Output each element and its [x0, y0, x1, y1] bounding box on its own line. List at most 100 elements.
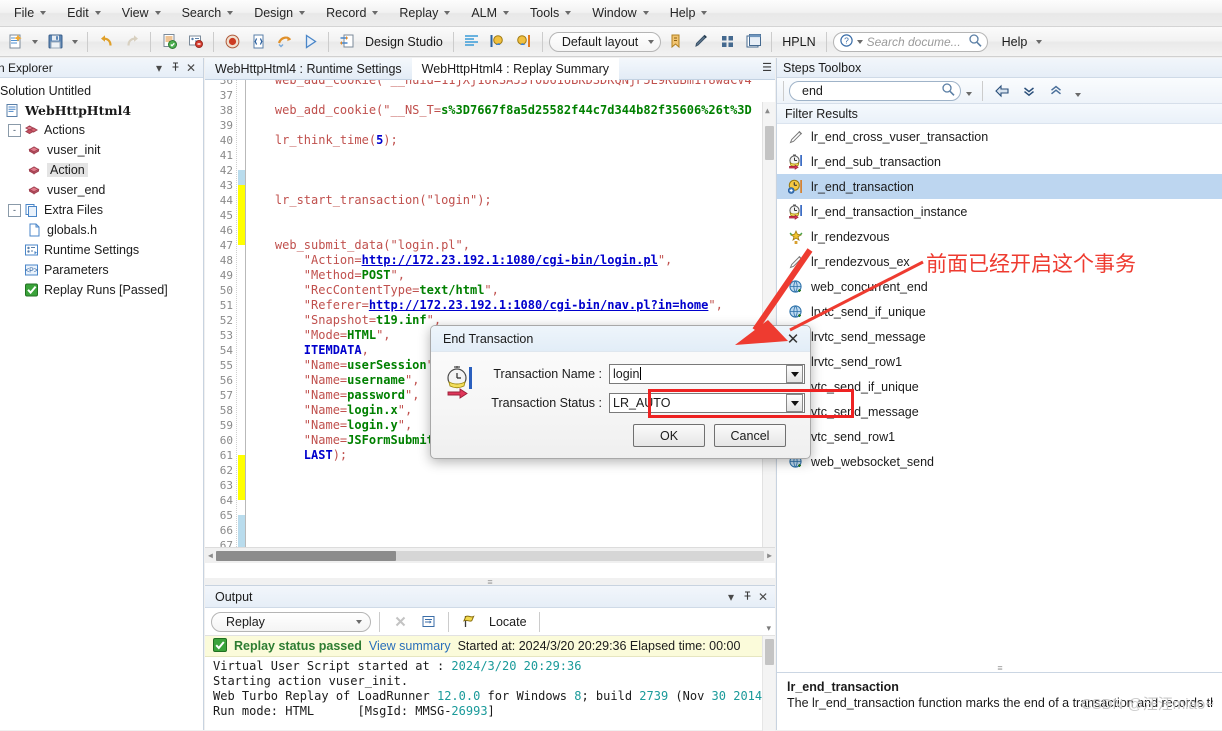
pin-icon[interactable]	[739, 589, 755, 605]
chevron-down-icon[interactable]: ▾	[151, 60, 167, 76]
transaction-name-input[interactable]: login	[609, 364, 805, 384]
menu-item-design[interactable]: Design	[244, 3, 315, 24]
tree-node-actions[interactable]: - Actions	[4, 120, 203, 140]
code-line[interactable]	[246, 88, 775, 103]
output-toolbar-overflow-caret[interactable]: ▾	[766, 623, 771, 634]
steps-search-input[interactable]: end	[789, 80, 961, 101]
code-line[interactable]: "Action=http://172.23.192.1:1080/cgi-bin…	[246, 253, 775, 268]
record-icon[interactable]	[220, 30, 244, 54]
step-item-vtc_send_message[interactable]: vtc_send_message	[777, 399, 1222, 424]
run-step-icon[interactable]	[246, 30, 270, 54]
stop-compile-icon[interactable]	[183, 30, 207, 54]
save-dropdown-caret[interactable]	[69, 30, 81, 54]
step-item-lrvtc_send_message[interactable]: lrvtc_send_message	[777, 324, 1222, 349]
step-item-web_concurrent_end[interactable]: web_concurrent_end	[777, 274, 1222, 299]
code-line[interactable]: web_add_cookie("__nuid=11jXj1UkSA53Y0b61…	[246, 80, 775, 88]
expand-all-icon[interactable]	[1044, 79, 1068, 103]
step-out-icon[interactable]	[512, 30, 536, 54]
hpln-label[interactable]: HPLN	[778, 35, 819, 49]
code-line[interactable]	[246, 118, 775, 133]
close-icon[interactable]: ✕	[183, 60, 199, 76]
tree-node-vuser-end[interactable]: vuser_end	[4, 180, 203, 200]
step-into-icon[interactable]	[486, 30, 510, 54]
step-item-lr_end_sub_transaction[interactable]: lr_end_sub_transaction	[777, 149, 1222, 174]
transaction-status-select[interactable]: LR_AUTO	[609, 393, 805, 413]
steps-search-dropdown-caret[interactable]	[966, 91, 972, 96]
menu-item-replay[interactable]: Replay	[389, 3, 460, 24]
step-item-vtc_send_row1[interactable]: vtc_send_row1	[777, 424, 1222, 449]
step-item-lr_rendezvous[interactable]: lr_rendezvous	[777, 224, 1222, 249]
scroll-right-arrow-icon[interactable]: ▶	[764, 551, 775, 560]
tree-node-vuser-init[interactable]: vuser_init	[4, 140, 203, 160]
scroll-left-arrow-icon[interactable]: ◀	[205, 551, 216, 560]
layout-combo[interactable]: Default layout	[548, 31, 662, 52]
code-line[interactable]: web_add_cookie("__NS_T=s%3D7667f8a5d2558…	[246, 103, 775, 118]
search-icon[interactable]	[968, 33, 982, 50]
code-line[interactable]	[246, 523, 775, 538]
menu-item-file[interactable]: File	[4, 3, 56, 24]
collapse-all-icon[interactable]	[1017, 79, 1041, 103]
grid-icon[interactable]	[715, 30, 739, 54]
menu-item-record[interactable]: Record	[316, 3, 388, 24]
step-item-lr_end_cross_vuser_transaction[interactable]: lr_end_cross_vuser_transaction	[777, 124, 1222, 149]
code-line[interactable]	[246, 208, 775, 223]
code-line[interactable]	[246, 463, 775, 478]
bookmark-icon[interactable]	[663, 30, 687, 54]
run-replay-icon[interactable]	[272, 30, 296, 54]
code-line[interactable]	[246, 148, 775, 163]
code-line[interactable]	[246, 478, 775, 493]
step-item-lrvtc_send_row1[interactable]: lrvtc_send_row1	[777, 349, 1222, 374]
menu-item-help[interactable]: Help	[660, 3, 718, 24]
close-icon[interactable]: ✕	[782, 328, 804, 350]
tree-node-replay-runs-passed[interactable]: Replay Runs [Passed]	[4, 280, 203, 300]
highlighter-icon[interactable]	[689, 30, 713, 54]
code-line[interactable]	[246, 493, 775, 508]
new-script-dropdown-caret[interactable]	[29, 30, 41, 54]
code-line[interactable]: "RecContentType=text/html",	[246, 283, 775, 298]
back-arrow-icon[interactable]	[990, 79, 1014, 103]
code-line[interactable]: lr_start_transaction("login");	[246, 193, 775, 208]
help-dropdown-caret[interactable]	[856, 39, 863, 44]
step-item-lrvtc_send_if_unique[interactable]: lrvtc_send_if_unique	[777, 299, 1222, 324]
save-icon[interactable]	[43, 30, 67, 54]
compile-icon[interactable]	[157, 30, 181, 54]
tree-node-globals-h[interactable]: globals.h	[4, 220, 203, 240]
steps-toolbar-overflow-caret[interactable]	[1075, 92, 1081, 97]
search-documentation-box[interactable]: ? Search docume...	[832, 31, 988, 52]
editor-vertical-scroll-thumb[interactable]	[765, 126, 774, 160]
code-line[interactable]	[246, 178, 775, 193]
step-item-web_websocket_send[interactable]: web_websocket_send	[777, 449, 1222, 474]
code-line[interactable]	[246, 508, 775, 523]
code-line[interactable]	[246, 223, 775, 238]
menu-item-search[interactable]: Search	[172, 3, 244, 24]
scroll-up-arrow-icon[interactable]: ▲	[765, 106, 770, 115]
tree-expander-icon[interactable]: -	[8, 123, 21, 137]
transaction-status-dropdown-arrow[interactable]	[786, 394, 803, 412]
editor-horizontal-scroll-thumb[interactable]	[215, 550, 396, 561]
step-item-lr_end_transaction[interactable]: lr_end_transaction	[777, 174, 1222, 199]
description-splitter[interactable]: ≡	[777, 662, 1222, 673]
wrap-text-icon[interactable]	[416, 610, 440, 634]
ok-button[interactable]: OK	[633, 424, 705, 447]
close-icon[interactable]: ✕	[755, 589, 771, 605]
menu-item-view[interactable]: View	[112, 3, 171, 24]
code-line[interactable]: web_submit_data("login.pl",	[246, 238, 775, 253]
code-line[interactable]: "Referer=http://172.23.192.1:1080/cgi-bi…	[246, 298, 775, 313]
output-log[interactable]: Virtual User Script started at : 2024/3/…	[205, 657, 775, 729]
redo-icon[interactable]	[120, 30, 144, 54]
step-item-lr_rendezvous_ex[interactable]: lr_rendezvous_ex	[777, 249, 1222, 274]
menu-item-window[interactable]: Window	[582, 3, 658, 24]
tree-node-action[interactable]: Action	[4, 160, 203, 180]
editor-output-splitter[interactable]: ≡	[205, 577, 775, 587]
editor-horizontal-scrollbar[interactable]: ◀ ▶	[205, 547, 775, 563]
locate-label[interactable]: Locate	[485, 615, 531, 629]
editor-tab-runtime-settings[interactable]: WebHttpHtml4 : Runtime Settings	[205, 58, 412, 80]
tree-node-parameters[interactable]: <P> Parameters	[4, 260, 203, 280]
output-vertical-scroll-thumb[interactable]	[765, 639, 774, 665]
snapshot-icon[interactable]	[460, 30, 484, 54]
tree-node-runtime-settings[interactable]: Runtime Settings	[4, 240, 203, 260]
chevron-down-icon[interactable]: ▾	[723, 589, 739, 605]
tree-root-node[interactable]: WebHttpHtml4	[4, 100, 203, 120]
step-item-lr_end_transaction_instance[interactable]: lr_end_transaction_instance	[777, 199, 1222, 224]
tab-overflow-icon[interactable]: ☰	[762, 61, 772, 74]
